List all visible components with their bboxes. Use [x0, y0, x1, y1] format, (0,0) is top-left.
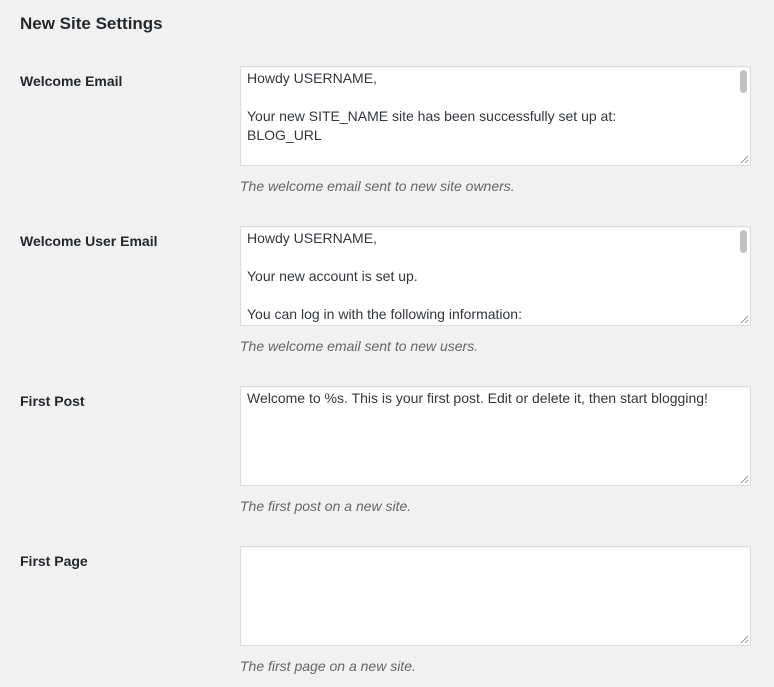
first-page-textarea[interactable]	[241, 547, 750, 645]
welcome-email-row: Welcome Email Howdy USERNAME, Your new S…	[0, 66, 774, 206]
first-page-row: First Page The first page on a new site.	[0, 546, 774, 686]
welcome-user-email-description: The welcome email sent to new users.	[240, 338, 479, 354]
first-post-row: First Post Welcome to %s. This is your f…	[0, 386, 774, 526]
welcome-email-field-wrapper: Howdy USERNAME, Your new SITE_NAME site …	[240, 66, 751, 166]
resize-handle-icon[interactable]	[739, 474, 749, 484]
first-page-field-wrapper	[240, 546, 751, 646]
welcome-email-textarea[interactable]: Howdy USERNAME, Your new SITE_NAME site …	[241, 67, 750, 165]
first-page-label: First Page	[20, 553, 88, 569]
scrollbar-thumb-icon[interactable]	[740, 230, 747, 253]
resize-handle-icon[interactable]	[739, 634, 749, 644]
welcome-user-email-label: Welcome User Email	[20, 233, 158, 249]
welcome-user-email-field-wrapper: Howdy USERNAME, Your new account is set …	[240, 226, 751, 326]
first-post-description: The first post on a new site.	[240, 498, 412, 514]
welcome-email-description: The welcome email sent to new site owner…	[240, 178, 515, 194]
first-post-label: First Post	[20, 393, 85, 409]
page-title: New Site Settings	[20, 14, 163, 33]
welcome-user-email-textarea[interactable]: Howdy USERNAME, Your new account is set …	[241, 227, 750, 325]
scrollbar-thumb-icon[interactable]	[740, 70, 747, 93]
first-post-textarea[interactable]: Welcome to %s. This is your first post. …	[241, 387, 750, 485]
resize-handle-icon[interactable]	[739, 154, 749, 164]
welcome-email-label: Welcome Email	[20, 73, 123, 89]
first-page-description: The first page on a new site.	[240, 658, 416, 674]
resize-handle-icon[interactable]	[739, 314, 749, 324]
welcome-user-email-row: Welcome User Email Howdy USERNAME, Your …	[0, 226, 774, 366]
first-post-field-wrapper: Welcome to %s. This is your first post. …	[240, 386, 751, 486]
